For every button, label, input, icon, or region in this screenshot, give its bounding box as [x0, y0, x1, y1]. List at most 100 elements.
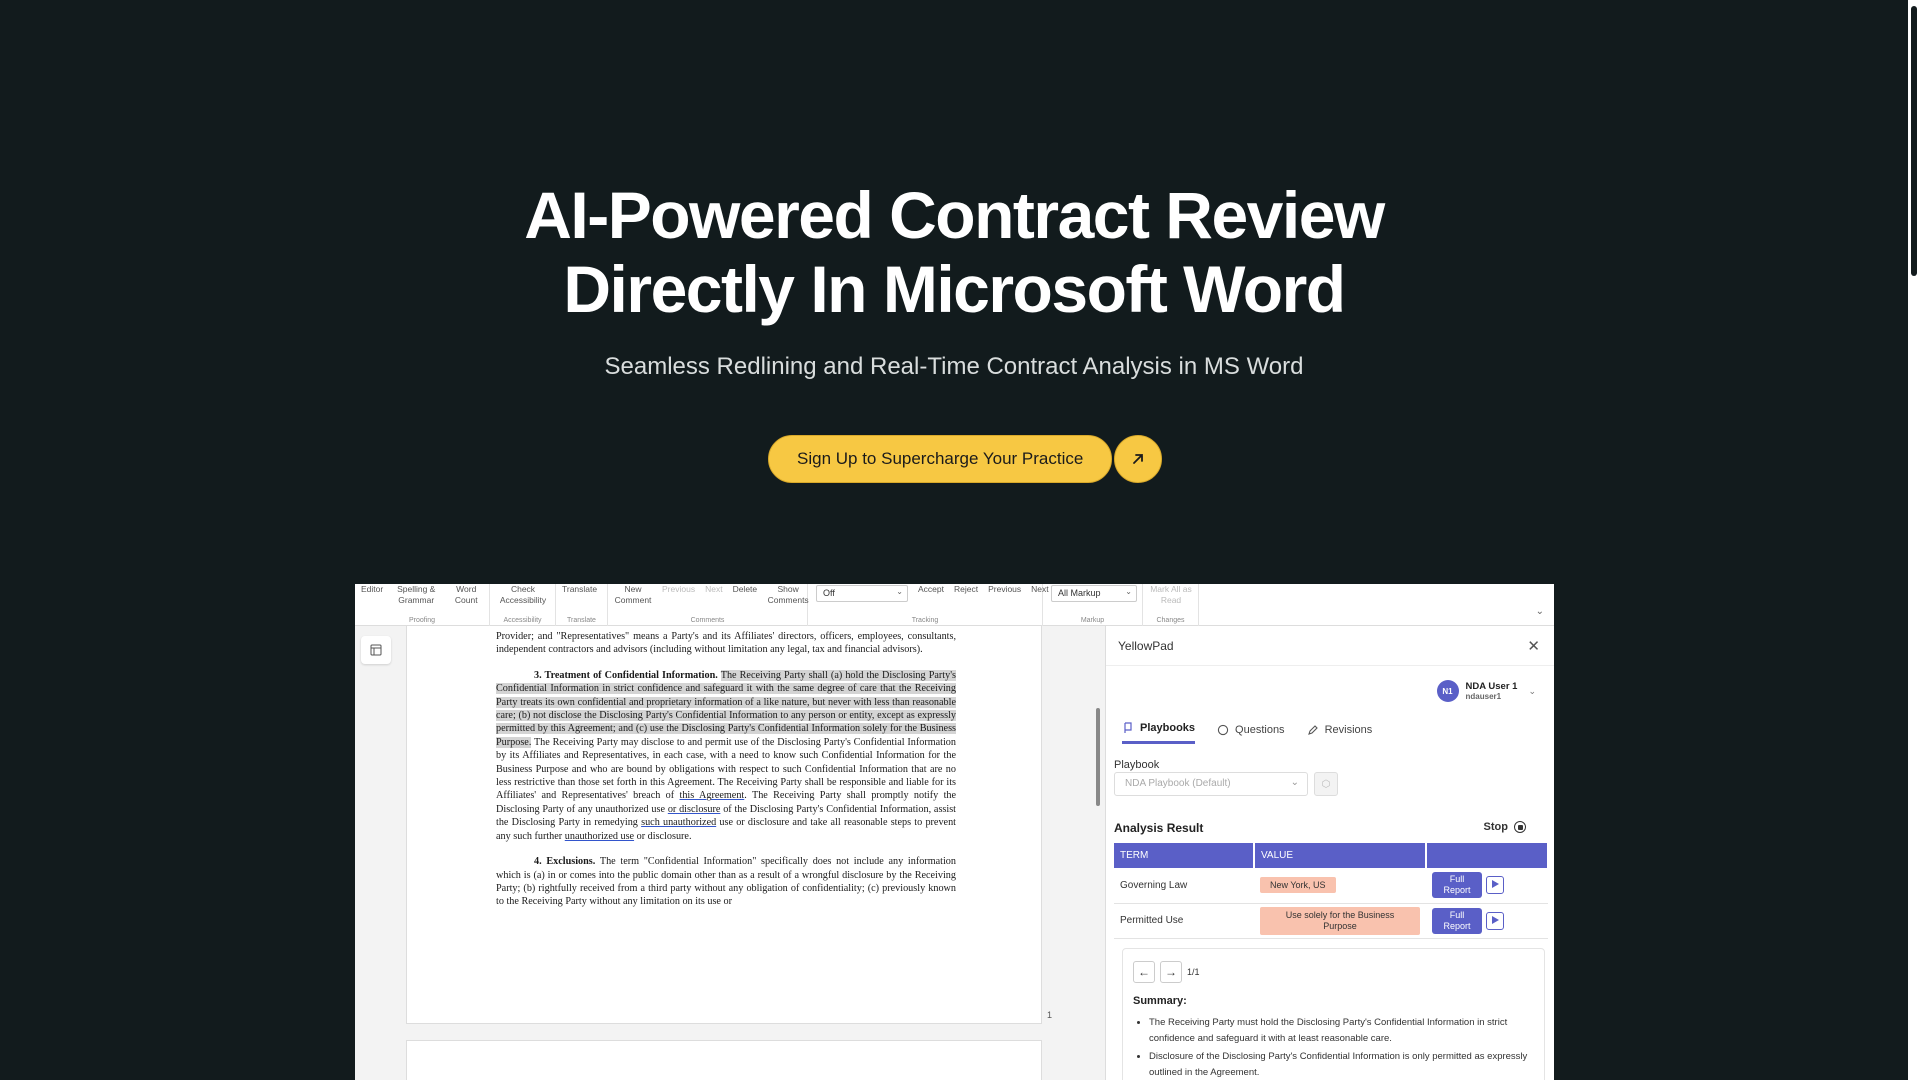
- table-row: Permitted Use Use solely for the Busines…: [1114, 903, 1548, 939]
- document-page[interactable]: Provider; and "Representatives" means a …: [406, 626, 1042, 1024]
- ribbon-accept[interactable]: Accept: [918, 584, 944, 595]
- sidebar-icon: [370, 644, 382, 656]
- signup-button[interactable]: Sign Up to Supercharge Your Practice: [768, 435, 1113, 483]
- document-text[interactable]: Provider; and "Representatives" means a …: [496, 630, 956, 921]
- stop-button[interactable]: Stop: [1484, 821, 1526, 833]
- ribbon-show-comments[interactable]: Show Comments: [767, 584, 809, 606]
- list-item: The Receiving Party must hold the Disclo…: [1149, 1015, 1539, 1046]
- doc-redline-2[interactable]: or disclosure: [668, 804, 721, 815]
- chevron-down-icon: ⌄: [896, 587, 903, 596]
- ribbon-previous-change[interactable]: Previous: [988, 584, 1021, 595]
- value-badge: New York, US: [1260, 877, 1336, 894]
- cta-group: Sign Up to Supercharge Your Practice: [768, 435, 1163, 483]
- ribbon-label-proofing: Proofing: [408, 617, 436, 624]
- full-report-button[interactable]: Full Report: [1432, 907, 1482, 934]
- row-term: Permitted Use: [1114, 903, 1254, 939]
- arrow-right-icon[interactable]: →: [1160, 961, 1182, 983]
- ribbon-editor[interactable]: Editor: [361, 584, 383, 606]
- doc-section-3-heading: 3. Treatment of Confidential Information…: [534, 669, 718, 681]
- row-actions: Full Report: [1426, 868, 1548, 904]
- ribbon-group-accessibility: Check Accessibility Accessibility: [490, 584, 556, 626]
- playbook-select[interactable]: NDA Playbook (Default) ⌄: [1114, 772, 1308, 796]
- row-value: Use solely for the Business Purpose: [1254, 903, 1426, 939]
- row-term: Governing Law: [1114, 868, 1254, 904]
- pane-tabs: Playbooks Questions Revisions: [1122, 722, 1372, 744]
- hero-title-line2: Directly In Microsoft Word: [563, 252, 1346, 326]
- ribbon-delete-comment[interactable]: Delete: [733, 584, 758, 606]
- column-header-term: TERM: [1114, 843, 1255, 868]
- user-info: NDA User 1 ndauser1: [1466, 681, 1518, 701]
- stop-label: Stop: [1483, 821, 1508, 833]
- arrow-up-right-icon: [1133, 454, 1144, 464]
- doc-redline-4[interactable]: unauthorized use: [565, 831, 634, 842]
- ribbon-reject[interactable]: Reject: [954, 584, 978, 595]
- ribbon-group-tracking: Off ⌄ Accept Reject Previous Next Trackin…: [808, 584, 1049, 626]
- tracking-select[interactable]: Off ⌄: [816, 585, 908, 602]
- signup-arrow-button[interactable]: [1114, 435, 1163, 483]
- markup-select[interactable]: All Markup ⌄: [1051, 585, 1137, 602]
- pane-title: YellowPad: [1118, 638, 1174, 653]
- product-screenshot: Editor Spelling & Grammar Word Count Pro…: [355, 584, 1554, 1080]
- page-scrollbar[interactable]: [1908, 0, 1920, 1080]
- row-actions: Full Report: [1426, 903, 1548, 939]
- hero-subtitle: Seamless Redlining and Real-Time Contrac…: [604, 353, 1304, 380]
- ribbon-previous-comment[interactable]: Previous: [662, 584, 695, 606]
- user-menu[interactable]: N1 NDA User 1 ndauser1 ⌄: [1436, 680, 1536, 702]
- ribbon-word-count[interactable]: Word Count: [449, 584, 483, 606]
- ribbon-label-translate: Translate: [567, 617, 596, 624]
- doc-redline-1[interactable]: this Agreement: [680, 790, 745, 801]
- playbook-icon: [1124, 722, 1132, 733]
- summary-title: Summary:: [1133, 995, 1187, 1007]
- arrow-left-icon[interactable]: ←: [1133, 961, 1155, 983]
- ribbon-translate[interactable]: Translate: [562, 584, 597, 595]
- navigation-pane-button[interactable]: [361, 636, 391, 664]
- hero-title: AI-Powered Contract Review Directly In M…: [0, 178, 1908, 326]
- tab-revisions-label: Revisions: [1324, 723, 1373, 736]
- ribbon-new-comment[interactable]: New Comment: [614, 584, 652, 606]
- avatar: N1: [1436, 680, 1459, 702]
- chevron-down-icon: ⌄: [1528, 685, 1536, 696]
- tracking-select-value: Off: [823, 588, 835, 598]
- markup-select-value: All Markup: [1058, 588, 1101, 598]
- ribbon-mark-all-read[interactable]: Mark All as Read: [1149, 584, 1193, 606]
- pane-header: YellowPad ✕: [1106, 626, 1554, 666]
- tab-playbooks[interactable]: Playbooks: [1122, 722, 1196, 744]
- analysis-table: TERM VALUE Governing Law New York, US Fu…: [1114, 843, 1549, 939]
- doc-section-4: 4. Exclusions. The term "Confidential In…: [496, 855, 956, 909]
- table-row: Governing Law New York, US Full Report: [1114, 868, 1548, 904]
- ribbon-check-accessibility[interactable]: Check Accessibility: [496, 584, 550, 606]
- play-icon[interactable]: [1486, 876, 1504, 895]
- stop-icon: [1514, 821, 1526, 833]
- row-value: New York, US: [1254, 868, 1426, 904]
- doc-para-definitions: Provider; and "Representatives" means a …: [496, 631, 956, 656]
- full-report-button[interactable]: Full Report: [1432, 872, 1482, 899]
- doc-section-3: 3. Treatment of Confidential Information…: [496, 669, 956, 843]
- ribbon-group-markup: All Markup ⌄ Markup: [1043, 584, 1143, 626]
- table-header-row: TERM VALUE: [1114, 843, 1549, 868]
- doc-section-4-heading: 4. Exclusions.: [534, 856, 596, 868]
- user-id: ndauser1: [1465, 692, 1502, 701]
- tab-questions[interactable]: Questions: [1217, 722, 1285, 744]
- tab-questions-label: Questions: [1235, 723, 1285, 736]
- chevron-down-icon: ⌄: [1125, 587, 1132, 596]
- tab-revisions[interactable]: Revisions: [1307, 722, 1373, 744]
- playbook-settings-button[interactable]: ⬡: [1314, 772, 1338, 796]
- play-icon[interactable]: [1486, 911, 1504, 930]
- ribbon-label-accessibility: Accessibility: [503, 617, 542, 624]
- ribbon-label-tracking: Tracking: [911, 617, 939, 624]
- user-name: NDA User 1: [1465, 681, 1518, 692]
- analysis-result-title: Analysis Result: [1114, 821, 1204, 835]
- ribbon-collapse-icon[interactable]: ⌄: [1536, 606, 1544, 617]
- scrollbar-thumb[interactable]: [1911, 6, 1917, 276]
- pager-count: 1/1: [1187, 967, 1200, 977]
- value-badge: Use solely for the Business Purpose: [1260, 906, 1420, 935]
- ribbon-spelling[interactable]: Spelling & Grammar: [393, 584, 439, 606]
- document-scrollbar[interactable]: [1096, 708, 1100, 806]
- document-page-2[interactable]: [406, 1040, 1042, 1080]
- ribbon-label-markup: Markup: [1080, 617, 1105, 624]
- doc-redline-3[interactable]: such unauthorized: [641, 817, 716, 828]
- ribbon-next-comment[interactable]: Next: [705, 584, 722, 606]
- summary-list: The Receiving Party must hold the Disclo…: [1149, 1015, 1539, 1080]
- ribbon-label-comments: Comments: [690, 617, 725, 624]
- close-icon[interactable]: ✕: [1527, 637, 1540, 655]
